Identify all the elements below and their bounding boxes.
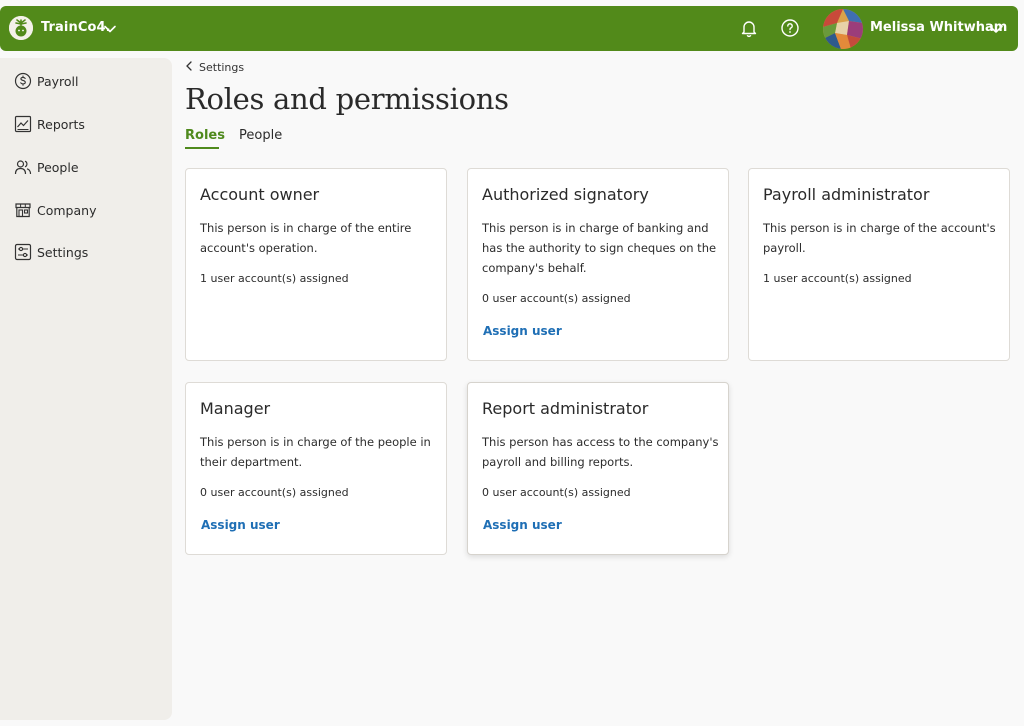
sidebar-item-label: Company — [37, 202, 97, 218]
sidebar-item-label: Payroll — [37, 73, 79, 89]
org-logo-icon[interactable] — [9, 16, 33, 40]
tab-roles[interactable]: Roles — [185, 128, 225, 143]
sidebar-item-reports[interactable]: Reports — [14, 112, 85, 136]
role-card-manager: Manager This person is in charge of the … — [185, 382, 447, 555]
sliders-icon — [14, 243, 32, 261]
role-description: This person is in charge of the entire a… — [200, 221, 412, 255]
role-title: Authorized signatory — [482, 185, 649, 204]
active-tab-indicator — [185, 147, 219, 149]
role-title: Manager — [200, 399, 271, 418]
breadcrumb[interactable]: Settings — [185, 61, 244, 74]
role-description: This person is in charge of the people i… — [200, 435, 431, 469]
bell-icon[interactable] — [739, 18, 759, 42]
sidebar-item-company[interactable]: Company — [14, 198, 96, 222]
role-card-payroll-administrator: Payroll administrator This person is in … — [748, 168, 1010, 361]
role-assigned-count: 0 user account(s) assigned — [482, 486, 631, 499]
role-card-report-administrator: Report administrator This person has acc… — [467, 382, 729, 555]
role-description: This person has access to the company's … — [482, 435, 719, 469]
sidebar: Payroll Reports People Company Settings — [0, 58, 172, 720]
role-assigned-count: 1 user account(s) assigned — [763, 272, 912, 285]
people-icon — [14, 158, 32, 176]
sidebar-item-payroll[interactable]: Payroll — [14, 69, 79, 93]
sidebar-item-label: Reports — [37, 116, 85, 132]
help-icon[interactable] — [780, 18, 800, 42]
role-title: Payroll administrator — [763, 185, 930, 204]
app-window: TrainCo4. Melissa Whitwham Payroll Repor… — [0, 0, 1024, 726]
storefront-icon — [14, 201, 32, 219]
chevron-down-icon[interactable] — [988, 21, 1004, 40]
user-avatar[interactable] — [823, 9, 863, 49]
sidebar-item-label: People — [37, 159, 79, 175]
chevron-left-icon — [185, 61, 199, 74]
role-assigned-count: 1 user account(s) assigned — [200, 272, 349, 285]
tab-people[interactable]: People — [239, 128, 282, 143]
role-card-account-owner: Account owner This person is in charge o… — [185, 168, 447, 361]
sidebar-item-people[interactable]: People — [14, 155, 79, 179]
assign-user-button[interactable]: Assign user — [483, 324, 562, 338]
role-assigned-count: 0 user account(s) assigned — [200, 486, 349, 499]
dollar-circle-icon — [14, 72, 32, 90]
chart-icon — [14, 115, 32, 133]
sidebar-item-label: Settings — [37, 244, 89, 260]
sidebar-item-settings[interactable]: Settings — [14, 240, 88, 264]
role-assigned-count: 0 user account(s) assigned — [482, 292, 631, 305]
breadcrumb-settings-link[interactable]: Settings — [199, 61, 244, 74]
assign-user-button[interactable]: Assign user — [483, 518, 562, 532]
role-card-authorized-signatory: Authorized signatory This person is in c… — [467, 168, 729, 361]
role-description: This person is in charge of banking and … — [482, 221, 717, 275]
role-title: Account owner — [200, 185, 320, 204]
role-title: Report administrator — [482, 399, 649, 418]
assign-user-button[interactable]: Assign user — [201, 518, 280, 532]
user-menu-name[interactable]: Melissa Whitwham — [870, 20, 1007, 35]
role-description: This person is in charge of the account'… — [763, 221, 996, 255]
chevron-down-icon[interactable] — [103, 21, 117, 40]
page-title: Roles and permissions — [185, 82, 509, 116]
org-switcher-label[interactable]: TrainCo4. — [41, 20, 111, 35]
top-bar: TrainCo4. Melissa Whitwham — [0, 6, 1018, 51]
